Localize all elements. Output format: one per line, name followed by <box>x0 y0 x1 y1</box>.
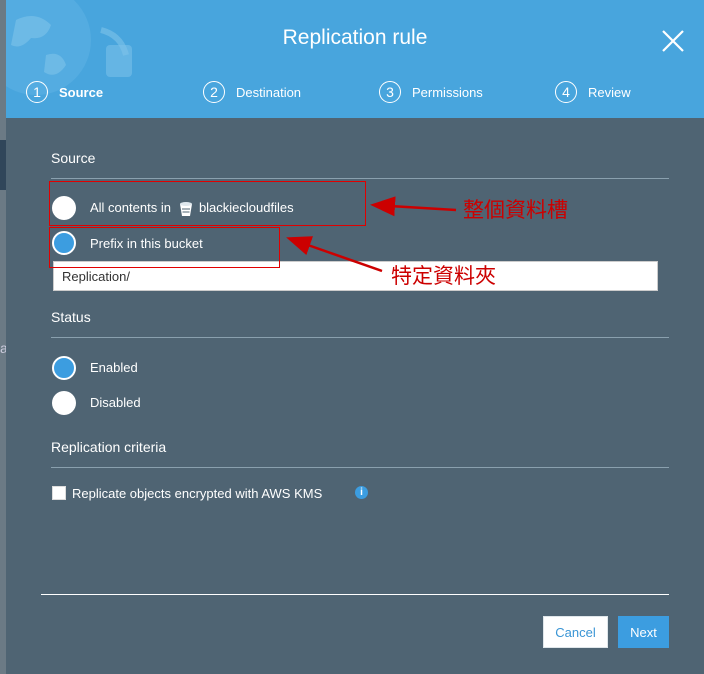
annotation-arrow-specific-folder <box>286 236 383 273</box>
annotation-arrow-whole-bucket <box>370 196 457 217</box>
annotation-arrows <box>286 196 457 273</box>
